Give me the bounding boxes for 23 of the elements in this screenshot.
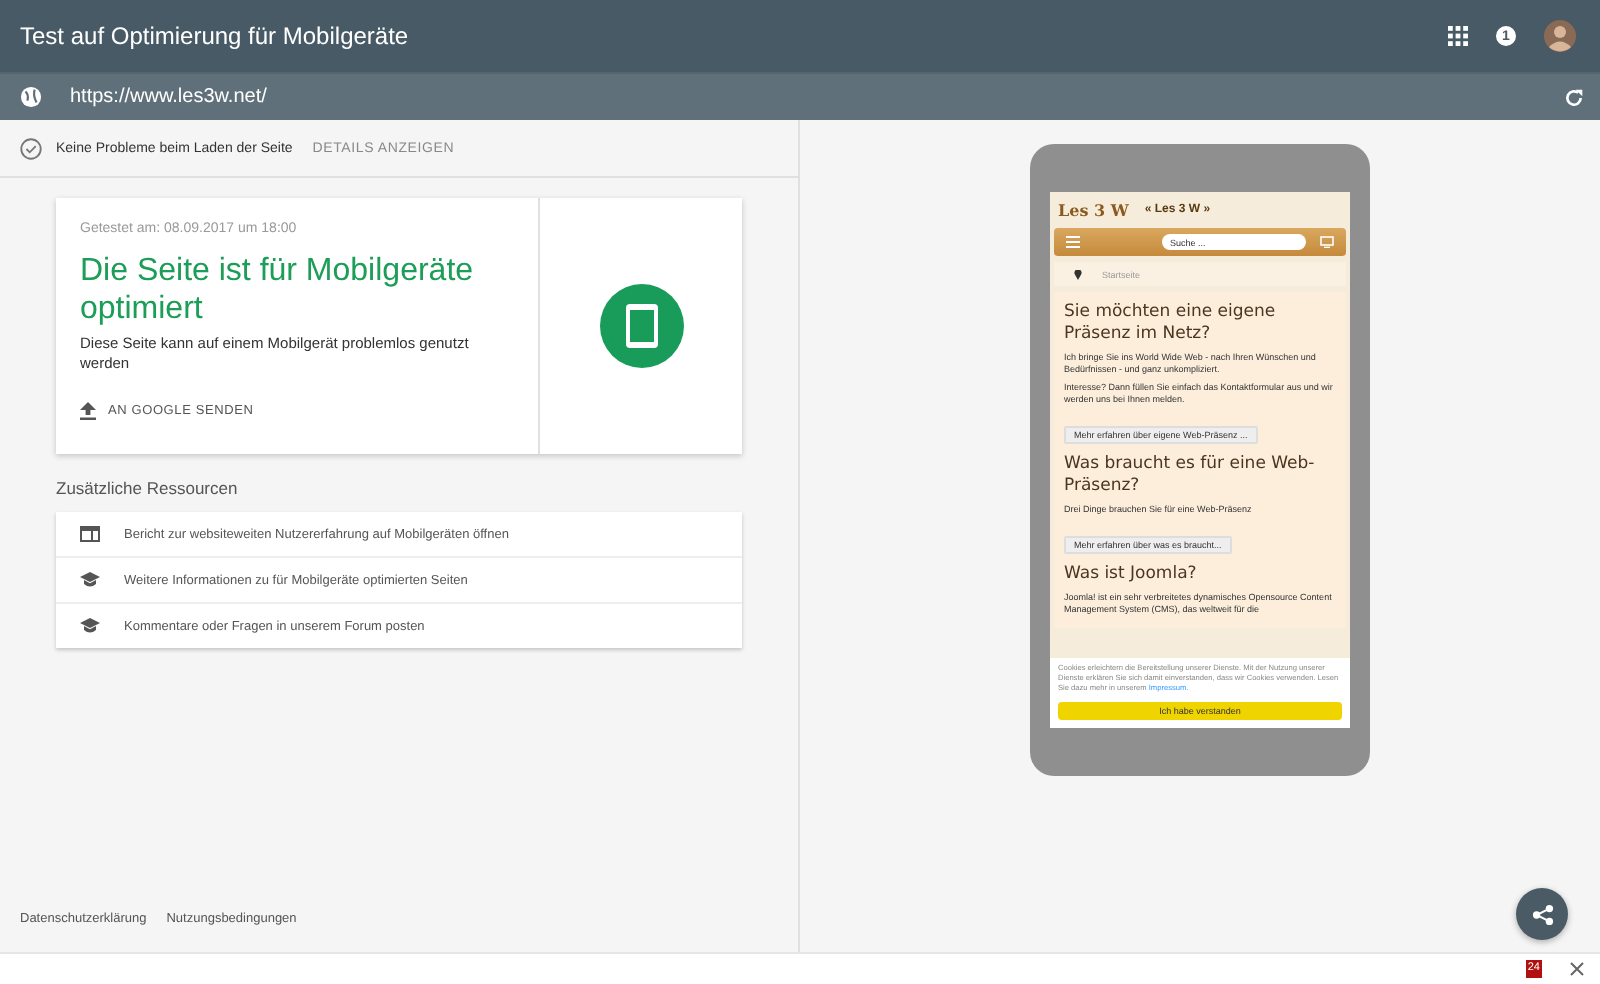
window-icon bbox=[80, 526, 100, 542]
graduation-cap-icon bbox=[80, 618, 100, 634]
close-icon[interactable] bbox=[1570, 962, 1584, 976]
upload-icon bbox=[80, 402, 96, 420]
pin-icon bbox=[1074, 269, 1082, 279]
reload-icon[interactable] bbox=[1564, 88, 1584, 108]
article-heading: Was ist Joomla? bbox=[1064, 564, 1199, 586]
monitor-icon[interactable] bbox=[1320, 236, 1334, 248]
site-logo: Les 3 W bbox=[1058, 200, 1129, 220]
apps-grid-icon[interactable] bbox=[1448, 26, 1468, 46]
url-field[interactable]: https://www.les3w.net/ bbox=[0, 72, 1600, 120]
article-heading: Sie möchten eine eigene Präsenz im Netz? bbox=[1064, 302, 1278, 346]
share-button[interactable] bbox=[1516, 888, 1568, 940]
section-heading: Zusätzliche Ressourcen bbox=[56, 478, 240, 498]
result-headline: Die Seite ist für Mobilgeräte optimiert bbox=[80, 252, 476, 328]
graduation-cap-icon bbox=[80, 572, 100, 588]
article-heading: Was braucht es für eine Web-Präsenz? bbox=[1064, 454, 1317, 498]
share-icon bbox=[1531, 903, 1553, 925]
avatar-icon[interactable] bbox=[1544, 20, 1576, 52]
check-circle-icon bbox=[20, 137, 42, 159]
menu-icon[interactable] bbox=[1066, 236, 1080, 248]
phone-icon bbox=[599, 284, 683, 368]
page-title: Test auf Optimierung für Mobilgeräte bbox=[20, 22, 411, 50]
